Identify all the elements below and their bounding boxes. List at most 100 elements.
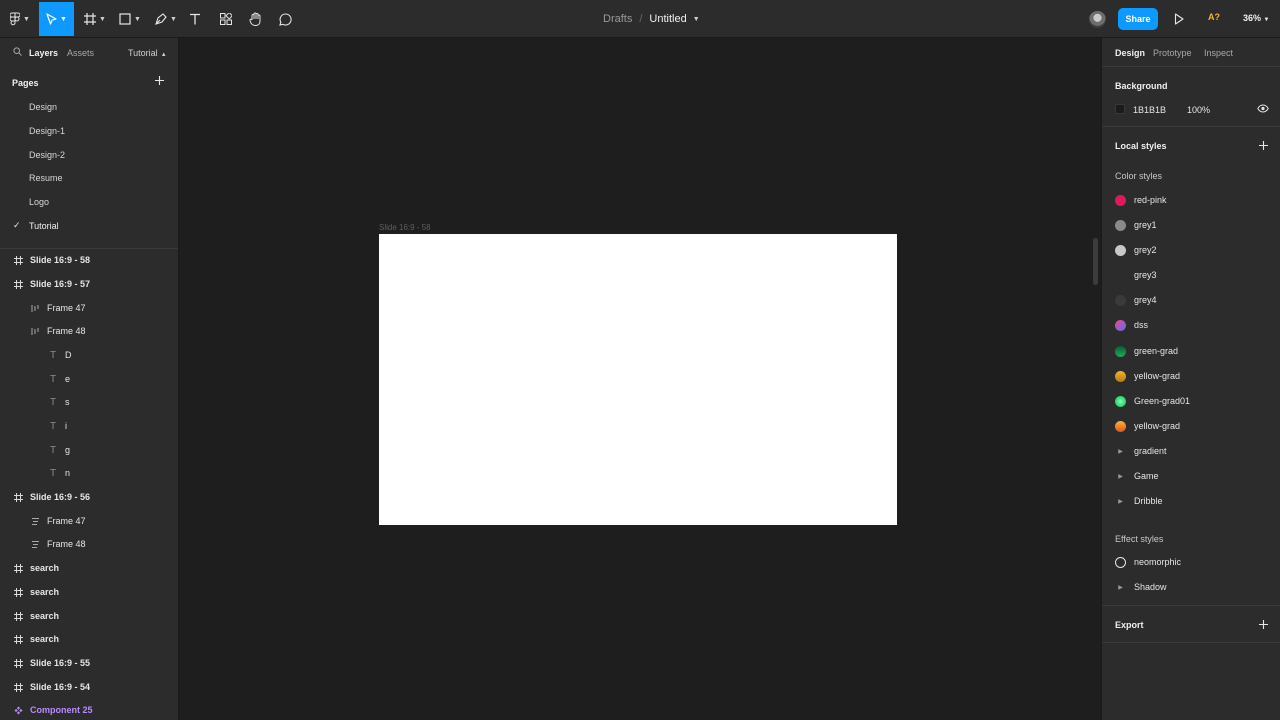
pen-tool-button[interactable]: ▼ [153,2,179,36]
shape-tool-button[interactable]: ▼ [117,2,143,36]
page-selector[interactable]: Tutorial ▲ [128,48,167,58]
frame-icon [12,562,24,574]
tab-inspect[interactable]: Inspect [1204,48,1233,58]
page-item-tutorial[interactable]: Tutorial [29,221,59,231]
figma-menu-button[interactable]: ▼ [8,2,32,36]
share-button[interactable]: Share [1118,8,1158,30]
layer-row[interactable]: T e [47,371,70,387]
page-item-design-1[interactable]: Design-1 [29,126,65,136]
canvas-scrollbar[interactable] [1093,238,1098,285]
file-title[interactable]: Untitled [649,13,686,25]
style-group-gradient[interactable]: ▶ gradient [1115,444,1166,458]
page-item-logo[interactable]: Logo [29,197,49,207]
user-avatar[interactable] [1089,11,1106,28]
text-tool-button[interactable] [187,2,203,36]
color-style-item[interactable]: grey4 [1115,293,1157,307]
layer-row[interactable]: Slide 16:9 - 57 [12,276,90,292]
comment-tool-button[interactable] [277,2,293,36]
background-hex-input[interactable]: 1B1B1B [1133,105,1166,115]
background-opacity-input[interactable]: 100% [1187,105,1210,115]
page-item-resume[interactable]: Resume [29,173,63,183]
layer-row[interactable]: Frame 48 [29,323,86,339]
layer-row[interactable]: search [12,584,59,600]
color-style-item[interactable]: grey2 [1115,243,1157,257]
frame-icon [12,586,24,598]
color-style-item[interactable]: grey1 [1115,218,1157,232]
color-style-item[interactable]: red-pink [1115,193,1167,207]
color-swatch [1115,194,1126,206]
color-swatch [1115,370,1126,382]
style-name: neomorphic [1134,557,1182,567]
layer-label: Slide 16:9 - 56 [30,492,91,502]
layer-row[interactable]: T D [47,347,72,363]
layer-row[interactable]: T s [47,394,70,410]
pages-heading: Pages [12,78,39,88]
layer-label: search [30,587,60,597]
color-style-item[interactable]: Green-grad01 [1115,394,1190,408]
layer-row[interactable]: T i [47,418,67,434]
layer-row[interactable]: Slide 16:9 - 58 [12,252,90,268]
caret-right-icon: ▶ [1118,473,1123,480]
layer-row[interactable]: search [12,560,59,576]
style-name: grey3 [1134,270,1157,280]
chevron-down-icon[interactable]: ▼ [693,16,700,23]
add-export-icon[interactable] [1258,619,1269,630]
color-style-item[interactable]: green-grad [1115,344,1178,358]
resources-button[interactable] [218,2,234,36]
autolayout-vertical-icon [29,515,41,527]
layer-row[interactable]: Slide 16:9 - 54 [12,679,90,695]
properties-panel: Design Prototype Inspect Background 1B1B… [1101,38,1280,720]
tab-prototype[interactable]: Prototype [1153,48,1192,58]
add-page-icon[interactable] [154,75,165,86]
layer-row[interactable]: Frame 47 [29,300,86,316]
present-play-icon [1174,13,1184,25]
page-item-design-2[interactable]: Design-2 [29,150,65,160]
breadcrumb-drafts[interactable]: Drafts [603,13,632,25]
color-style-item[interactable]: yellow-grad [1115,419,1180,433]
color-swatch [1115,269,1126,281]
pen-tool-icon [155,13,167,25]
style-group-game[interactable]: ▶ Game [1115,469,1158,483]
layer-row[interactable]: T n [47,465,70,481]
zoom-dropdown[interactable]: 36% ▼ [1243,13,1269,23]
page-selector-label: Tutorial [128,48,158,58]
style-group-dribble[interactable]: ▶ Dribble [1115,494,1162,508]
hand-tool-button[interactable] [247,2,263,36]
layer-row[interactable]: search [12,631,59,647]
color-style-item[interactable]: grey3 [1115,268,1157,282]
tab-assets[interactable]: Assets [67,48,94,58]
style-group-shadow[interactable]: ▶ Shadow [1115,580,1166,594]
layer-row[interactable]: Slide 16:9 - 55 [12,655,90,671]
present-button[interactable] [1174,13,1184,27]
tab-design[interactable]: Design [1115,48,1145,58]
export-heading: Export [1115,620,1144,630]
layer-row[interactable]: Frame 47 [29,513,86,529]
layer-label: search [30,634,60,644]
layer-row[interactable]: Slide 16:9 - 56 [12,489,90,505]
slide-frame[interactable] [379,234,897,525]
move-tool-button[interactable]: ▼ [39,2,74,36]
frame-tool-icon [84,13,97,25]
color-style-item[interactable]: dss [1115,318,1148,332]
layer-row[interactable]: search [12,608,59,624]
frame-tool-button[interactable]: ▼ [82,2,108,36]
background-color-swatch[interactable] [1115,104,1125,114]
figma-menu-icon [10,12,21,26]
layer-row[interactable]: Component 25 [12,702,93,718]
visibility-eye-icon[interactable] [1257,104,1269,113]
search-icon[interactable] [13,47,22,56]
background-heading: Background [1115,81,1168,91]
canvas[interactable]: Slide 16:9 - 58 [180,38,1101,720]
layer-row[interactable]: Frame 48 [29,536,86,552]
effect-style-item[interactable]: neomorphic [1115,555,1181,569]
layer-label: search [30,611,60,621]
style-name: Green-grad01 [1134,396,1191,406]
zoom-level: 36% [1243,13,1262,23]
frame-label[interactable]: Slide 16:9 - 58 [379,223,431,232]
assistant-badge[interactable]: A? [1208,12,1220,22]
add-style-icon[interactable] [1258,140,1269,151]
tab-layers[interactable]: Layers [29,48,58,58]
page-item-design[interactable]: Design [29,102,57,112]
layer-row[interactable]: T g [47,442,70,458]
color-style-item[interactable]: yellow-grad [1115,369,1180,383]
